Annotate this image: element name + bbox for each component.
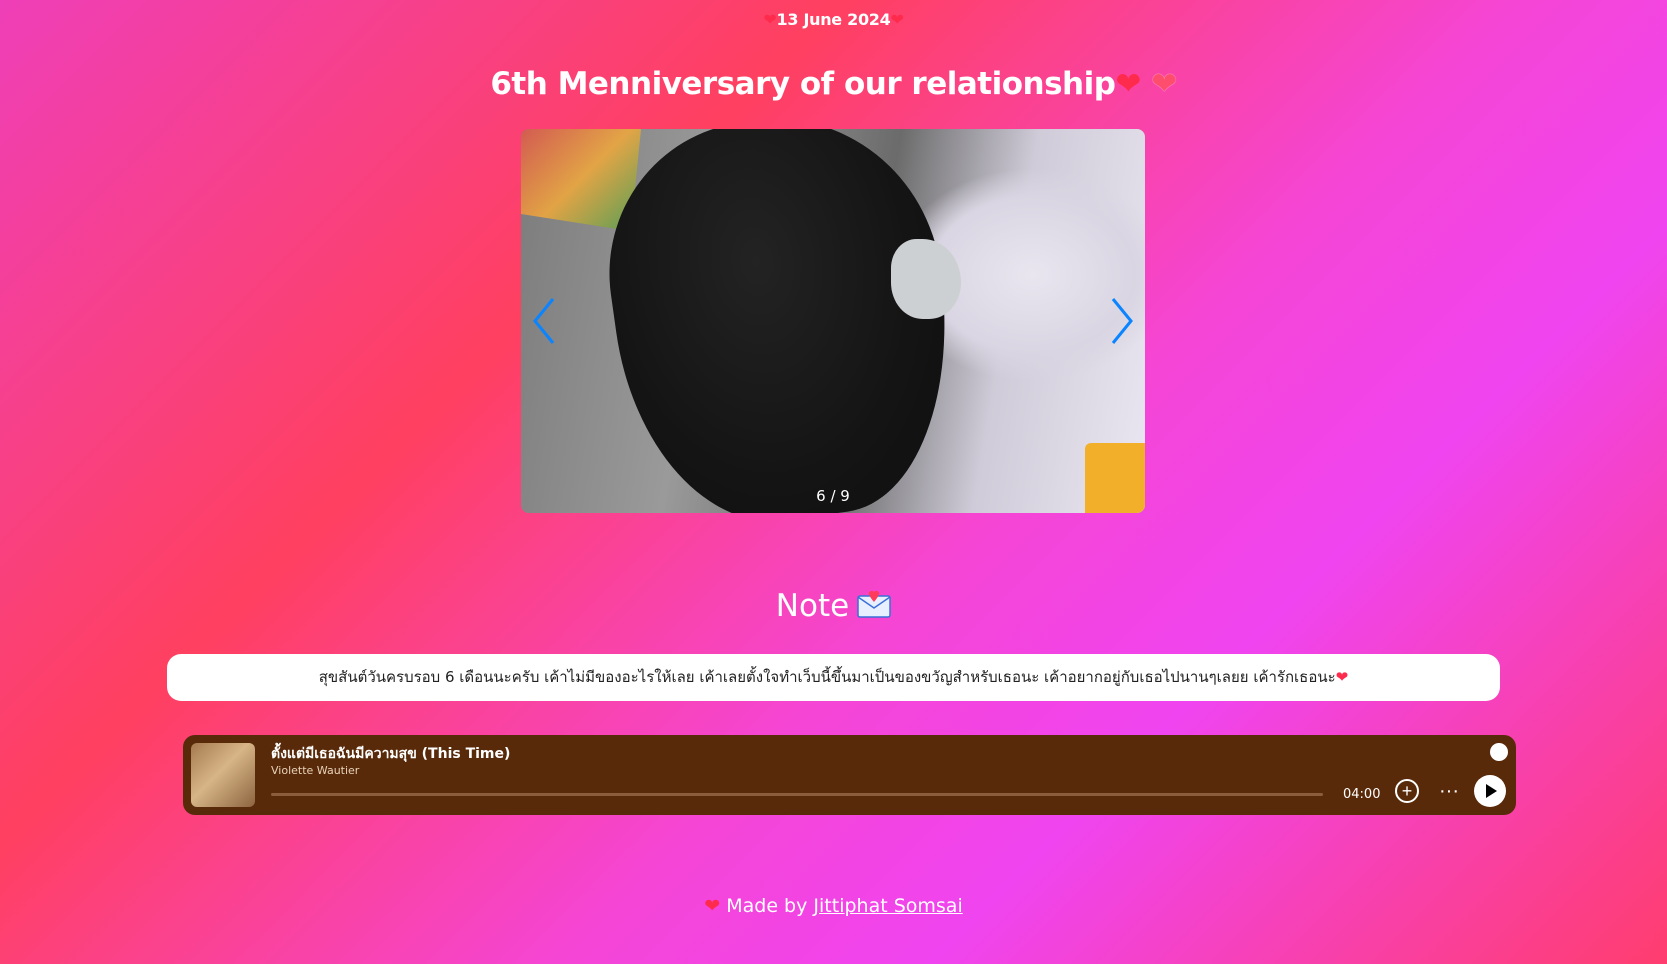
carousel-counter: 6 / 9 [816, 487, 850, 505]
chevron-right-icon [1111, 298, 1133, 344]
footer: ❤ Made by Jittiphat Somsai [0, 895, 1667, 917]
track-artist[interactable]: Violette Wautier [271, 764, 359, 777]
footer-prefix: Made by [726, 895, 808, 917]
sparkling-heart-icon: ❤ [1335, 668, 1349, 686]
note-heading: Note [0, 588, 1667, 624]
track-title[interactable]: ตั้งแต่มีเธอฉันมีความสุข (This Time) [271, 743, 510, 765]
photo-hair-detail [589, 129, 973, 513]
play-button[interactable] [1474, 775, 1506, 807]
spotify-player[interactable]: ตั้งแต่มีเธอฉันมีความสุข (This Time) Vio… [183, 735, 1516, 815]
track-duration: 04:00 [1343, 787, 1381, 802]
carousel-prev-button[interactable] [527, 293, 563, 349]
carousel-photo [521, 129, 1145, 513]
love-letter-icon [857, 590, 891, 618]
date-header: ❤13 June 2024❤ [0, 10, 1667, 29]
sparkling-heart-icon: ❤ [1115, 66, 1141, 102]
photo-carousel[interactable]: 6 / 9 [521, 129, 1145, 513]
more-options-button[interactable]: ··· [1435, 781, 1463, 801]
carousel-next-button[interactable] [1103, 293, 1139, 349]
sparkling-heart-icon: ❤ [704, 895, 721, 917]
note-message: สุขสันต์วันครบรอบ 6 เดือนนะครับ เค้าไม่ม… [167, 654, 1500, 701]
page-title: 6th Menniversary of our relationship❤ ❤ [0, 66, 1667, 102]
page-title-text: 6th Menniversary of our relationship [490, 66, 1116, 102]
note-heading-text: Note [775, 588, 850, 624]
album-cover[interactable] [191, 743, 255, 807]
author-link[interactable]: Jittiphat Somsai [813, 895, 962, 917]
spotify-logo-icon[interactable] [1490, 743, 1508, 761]
heart-outline-icon: ❤ [1151, 66, 1177, 102]
chevron-left-icon [533, 298, 555, 344]
date-text: 13 June 2024 [776, 10, 891, 29]
add-to-library-button[interactable]: + [1395, 779, 1419, 803]
photo-bow-detail [891, 239, 961, 319]
progress-bar[interactable] [271, 793, 1323, 796]
note-message-text: สุขสันต์วันครบรอบ 6 เดือนนะครับ เค้าไม่ม… [318, 668, 1336, 686]
sparkling-heart-icon: ❤ [890, 10, 904, 29]
sparkling-heart-icon: ❤ [763, 10, 777, 29]
